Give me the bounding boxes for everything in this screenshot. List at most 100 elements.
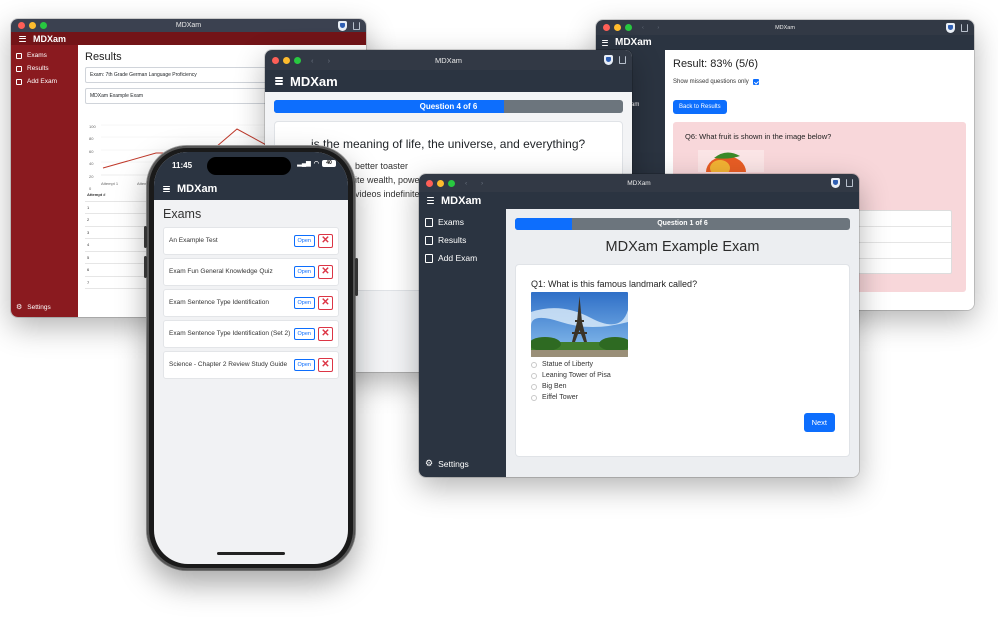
sidebar-item-results[interactable]: Results [11,62,78,75]
delete-button[interactable]: ✕ [318,358,333,372]
radio-button[interactable] [531,361,537,368]
zoom-window-button[interactable] [448,179,455,187]
sidebar-item-exams[interactable]: Exams [11,49,78,62]
sidebar-item-exams[interactable]: Exams [419,213,506,231]
app-bar: MDXam [11,32,366,45]
add-file-icon [425,253,433,263]
open-button[interactable]: Open [293,328,315,340]
app-title: MDXam [177,183,218,195]
answer-option[interactable]: Big Ben [531,383,834,390]
sidebar-item-label: Settings [27,303,51,311]
close-window-button[interactable] [18,22,25,29]
hamburger-menu-icon[interactable] [163,184,170,194]
progress-fill [515,218,572,230]
home-indicator [217,552,285,555]
y-axis-ticks: 100 80 60 40 20 0 [89,121,96,195]
shield-icon[interactable] [604,55,613,65]
sidebar-item-add-exam[interactable]: Add Exam [419,249,506,267]
chart-icon [16,65,22,72]
exam-name: An Example Test [169,236,218,244]
nav-arrows-icon[interactable]: ‹ › [642,25,665,31]
marketing-composite: MDXam MDXam Exams Results Add Exam ⚙ Sett… [0,0,998,630]
app-bar: MDXam [154,178,348,200]
close-window-button[interactable] [426,179,433,187]
checkbox-checked-icon[interactable] [752,79,759,85]
sidebar-item-add-exam[interactable]: Add Exam [11,75,78,88]
share-icon[interactable] [961,23,968,32]
hamburger-menu-icon[interactable] [275,76,283,87]
sidebar-item-label: Exams [438,217,464,227]
fruit-image [698,150,764,172]
result-title: Result: 83% (5/6) [673,58,758,70]
app-bar: MDXam [596,35,974,50]
missed-question-text: Q6: What fruit is shown in the image bel… [685,132,832,141]
open-button[interactable]: Open [293,235,315,247]
progress-label: Question 4 of 6 [419,102,478,111]
back-to-results-button[interactable]: Back to Results [673,100,727,114]
hamburger-menu-icon[interactable] [602,38,608,47]
nav-arrows-icon[interactable]: ‹ › [311,56,336,65]
zoom-window-button[interactable] [625,24,632,31]
sidebar-item-label: Add Exam [438,253,478,263]
list-item: Science - Chapter 2 Review Study Guide O… [163,351,339,379]
list-item: Exam Fun General Knowledge Quiz Open ✕ [163,258,339,286]
open-button[interactable]: Open [293,266,315,278]
sidebar: Exams Results Add Exam ⚙ Settings [419,209,506,477]
question-progress-bar: Question 1 of 6 [515,218,850,230]
share-icon[interactable] [353,21,360,30]
answer-option-label: Statue of Liberty [542,361,593,368]
radio-button[interactable] [531,372,537,379]
list-item: Exam Sentence Type Identification (Set 2… [163,320,339,348]
signal-icon: ▂▄▆ [297,161,311,167]
open-button[interactable]: Open [293,359,315,371]
exam-window: ‹ › MDXam MDXam Exams Results Add Exam ⚙… [419,174,859,477]
answer-option[interactable]: Leaning Tower of Pisa [531,372,834,379]
show-missed-toggle[interactable]: Show missed questions only [673,79,966,85]
delete-button[interactable]: ✕ [318,265,333,279]
zoom-window-button[interactable] [40,22,47,29]
zoom-window-button[interactable] [294,56,301,64]
shield-icon[interactable] [946,22,955,33]
answer-option-label: Eiffel Tower [542,394,578,401]
shield-icon[interactable] [338,20,347,31]
radio-button[interactable] [531,383,537,390]
delete-button[interactable]: ✕ [318,296,333,310]
close-window-button[interactable] [603,24,610,31]
progress-label: Question 1 of 6 [657,220,708,227]
delete-button[interactable]: ✕ [318,234,333,248]
answer-option[interactable]: Statue of Liberty [531,361,834,368]
minimize-window-button[interactable] [614,24,621,31]
minimize-window-button[interactable] [283,56,290,64]
next-button[interactable]: Next [803,413,835,432]
sidebar-item-label: Exams [27,52,47,59]
delete-button[interactable]: ✕ [318,327,333,341]
sidebar-item-settings[interactable]: ⚙ Settings [11,300,56,314]
minimize-window-button[interactable] [437,179,444,187]
share-icon[interactable] [846,179,853,187]
shield-icon[interactable] [831,178,840,188]
answer-option[interactable]: Eiffel Tower [531,394,834,401]
y-tick: 20 [89,173,94,179]
y-tick: 0 [89,186,92,192]
battery-icon: 40 [322,160,336,167]
radio-button[interactable] [531,394,537,401]
exam-name: Exam Sentence Type Identification (Set 2… [169,329,291,337]
sidebar-item-results[interactable]: Results [419,231,506,249]
sidebar-item-label: Add Exam [27,78,57,85]
share-icon[interactable] [619,56,626,64]
status-time: 11:45 [172,161,193,170]
open-button[interactable]: Open [293,297,315,309]
sidebar-item-settings[interactable]: ⚙ Settings [419,454,475,473]
hamburger-menu-icon[interactable] [427,196,434,206]
wifi-icon: ◠ [313,161,319,167]
question-card: Q1: What is this famous landmark called? [515,264,850,457]
main-content: Question 1 of 6 MDXam Example Exam Q1: W… [506,209,859,477]
nav-arrows-icon[interactable]: ‹ › [465,180,489,187]
hamburger-menu-icon[interactable] [19,34,26,43]
app-bar: MDXam [419,192,859,209]
close-window-button[interactable] [272,56,279,64]
title-bar: ‹ › MDXam [265,50,632,70]
minimize-window-button[interactable] [29,22,36,29]
app-title: MDXam [33,33,67,44]
answer-option[interactable]: better toaster [355,161,604,171]
